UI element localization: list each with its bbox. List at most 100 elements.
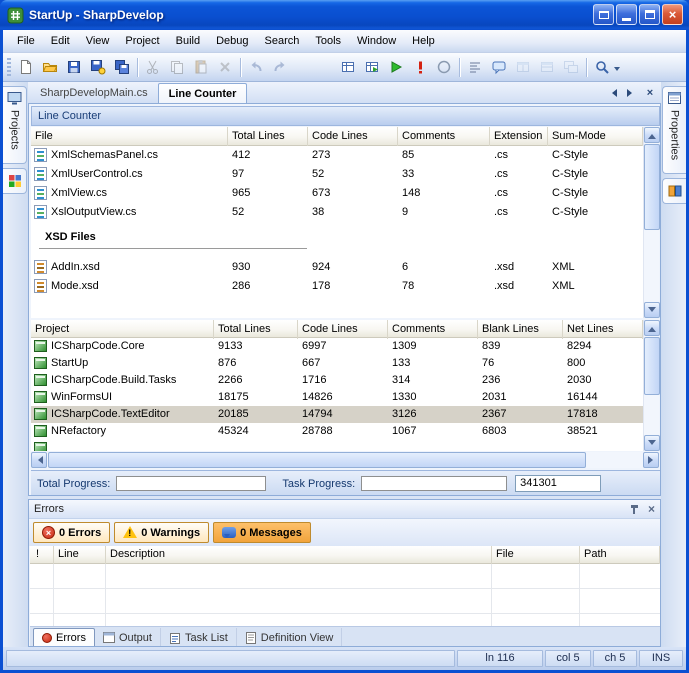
sidebar-tab-help[interactable] — [662, 178, 686, 204]
run-button[interactable] — [384, 56, 408, 79]
project-table-scrollbar[interactable] — [643, 320, 659, 451]
horizontal-scrollbar[interactable] — [31, 452, 659, 468]
table-row[interactable]: StartUp 876 667 133 76 800 — [31, 355, 643, 372]
scroll-down-button[interactable] — [644, 302, 660, 318]
copy-button[interactable] — [165, 56, 189, 79]
column-header-total-lines[interactable]: Total Lines — [214, 320, 298, 339]
column-header-severity[interactable]: ! — [32, 546, 54, 564]
column-header-comments[interactable]: Comments — [398, 127, 490, 146]
tab-scroll-right-button[interactable] — [624, 86, 638, 100]
scrollbar-thumb[interactable] — [48, 452, 586, 468]
new-file-button[interactable] — [14, 56, 38, 79]
table-row[interactable]: XmlUserControl.cs 97 52 33 .cs C-Style — [31, 165, 643, 184]
column-header-sum-mode[interactable]: Sum-Mode — [548, 127, 643, 146]
table-row[interactable]: ICSharpCode.Build.Tasks 2266 1716 314 23… — [31, 372, 643, 389]
undo-button[interactable] — [244, 56, 268, 79]
cascade-window-button[interactable] — [559, 56, 583, 79]
menu-edit[interactable]: Edit — [43, 32, 78, 51]
split-window-button[interactable] — [511, 56, 535, 79]
tab-task-list[interactable]: Task List — [161, 628, 237, 647]
close-pane-button[interactable]: × — [648, 502, 655, 516]
table-row[interactable]: XmlSchemasPanel.cs 412 273 85 .cs C-Styl… — [31, 146, 643, 165]
toolbar-grip[interactable] — [7, 58, 11, 76]
column-header-net-lines[interactable]: Net Lines — [563, 320, 643, 339]
scroll-left-button[interactable] — [31, 452, 47, 468]
column-header-line[interactable]: Line — [54, 546, 106, 564]
menu-file[interactable]: File — [9, 32, 43, 51]
menu-build[interactable]: Build — [168, 32, 208, 51]
column-header-code-lines[interactable]: Code Lines — [308, 127, 398, 146]
table-row[interactable]: NRefactory 45324 28788 1067 6803 38521 — [31, 423, 643, 440]
sidebar-tab-tools[interactable] — [3, 168, 27, 194]
menu-debug[interactable]: Debug — [208, 32, 256, 51]
abort-button[interactable] — [408, 56, 432, 79]
tab-sharpdevelopmain[interactable]: SharpDevelopMain.cs — [30, 83, 158, 103]
column-header-blank-lines[interactable]: Blank Lines — [478, 320, 563, 339]
column-header-path[interactable]: Path — [580, 546, 660, 564]
table-row[interactable]: ICSharpCode.Core 9133 6997 1309 839 8294 — [31, 338, 643, 355]
errors-filter-button[interactable]: × 0 Errors — [33, 522, 110, 543]
file-table-scrollbar[interactable] — [643, 127, 659, 318]
menu-tools[interactable]: Tools — [307, 32, 349, 51]
messages-filter-button[interactable]: 0 Messages — [213, 522, 311, 543]
paste-button[interactable] — [189, 56, 213, 79]
search-button[interactable] — [590, 56, 614, 79]
tab-errors[interactable]: Errors — [33, 628, 95, 647]
tab-scroll-left-button[interactable] — [605, 86, 619, 100]
table-row[interactable]: WinFormsUI 18175 14826 1330 2031 16144 — [31, 389, 643, 406]
sidebar-tab-projects[interactable]: Projects — [3, 86, 27, 164]
table-row[interactable]: XslOutputView.cs 52 38 9 .cs C-Style — [31, 203, 643, 222]
tab-line-counter[interactable]: Line Counter — [158, 83, 248, 103]
search-dropdown-icon[interactable] — [614, 67, 620, 74]
auto-hide-pin-icon[interactable] — [629, 504, 640, 515]
column-header-comments[interactable]: Comments — [388, 320, 478, 339]
close-button[interactable]: × — [662, 4, 683, 25]
breakpoint-button[interactable] — [432, 56, 456, 79]
save-all-button[interactable] — [110, 56, 134, 79]
column-header-total-lines[interactable]: Total Lines — [228, 127, 308, 146]
scrollbar-thumb[interactable] — [644, 337, 660, 395]
rebuild-button[interactable] — [360, 56, 384, 79]
column-header-project[interactable]: Project — [31, 320, 214, 339]
redo-button[interactable] — [268, 56, 292, 79]
scroll-down-button[interactable] — [644, 435, 660, 451]
scroll-right-button[interactable] — [643, 452, 659, 468]
format-button[interactable] — [463, 56, 487, 79]
comment-button[interactable] — [487, 56, 511, 79]
scroll-up-button[interactable] — [644, 320, 660, 336]
table-row[interactable]: Mode.xsd 286 178 78 .xsd XML — [31, 277, 643, 296]
table-row[interactable]: AddIn.xsd 930 924 6 .xsd XML — [31, 258, 643, 277]
cell-project: WinFormsUI — [51, 389, 112, 405]
save-file-button[interactable] — [62, 56, 86, 79]
menu-project[interactable]: Project — [117, 32, 167, 51]
fullscreen-toggle-button[interactable] — [593, 4, 614, 25]
cut-button[interactable] — [141, 56, 165, 79]
table-row[interactable]: XmlView.cs 965 673 148 .cs C-Style — [31, 184, 643, 203]
column-header-file[interactable]: File — [492, 546, 580, 564]
tab-definition-view[interactable]: Definition View — [237, 628, 343, 647]
menu-help[interactable]: Help — [404, 32, 443, 51]
menu-window[interactable]: Window — [349, 32, 404, 51]
table-row-selected[interactable]: ICSharpCode.TextEditor 20185 14794 3126 … — [31, 406, 643, 423]
minimize-button[interactable] — [616, 4, 637, 25]
warnings-filter-button[interactable]: ! 0 Warnings — [114, 522, 209, 543]
column-header-file[interactable]: File — [31, 127, 228, 146]
scrollbar-thumb[interactable] — [644, 144, 660, 230]
menu-search[interactable]: Search — [257, 32, 308, 51]
tab-output[interactable]: Output — [95, 628, 161, 647]
save-as-button[interactable] — [86, 56, 110, 79]
column-header-code-lines[interactable]: Code Lines — [298, 320, 388, 339]
menu-view[interactable]: View — [78, 32, 118, 51]
build-button[interactable] — [336, 56, 360, 79]
open-file-button[interactable] — [38, 56, 62, 79]
app-icon[interactable] — [7, 7, 24, 24]
column-header-extension[interactable]: Extension — [490, 127, 548, 146]
column-header-description[interactable]: Description — [106, 546, 492, 564]
tile-window-button[interactable] — [535, 56, 559, 79]
delete-button[interactable] — [213, 56, 237, 79]
table-row-partial[interactable] — [31, 440, 643, 451]
sidebar-tab-properties[interactable]: Properties — [662, 86, 686, 174]
scroll-up-button[interactable] — [644, 127, 660, 143]
maximize-button[interactable] — [639, 4, 660, 25]
tab-close-button[interactable]: × — [643, 86, 657, 100]
